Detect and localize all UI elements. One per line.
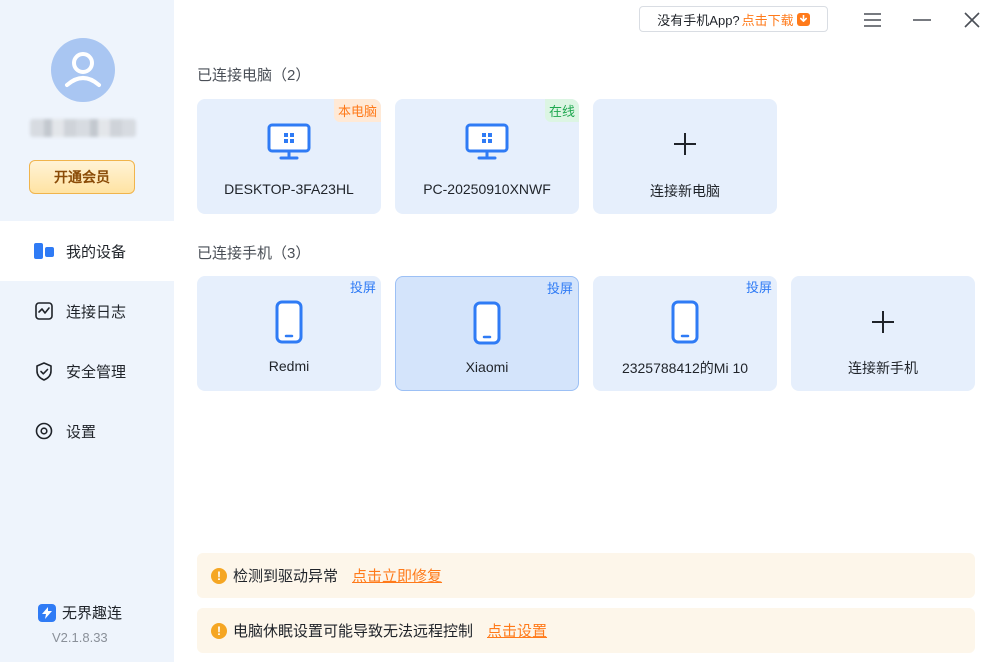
phone-icon: [671, 300, 699, 349]
sidebar-item-my-devices[interactable]: 我的设备: [0, 221, 174, 281]
sleep-setting-alert: ! 电脑休眠设置可能导致无法远程控制 点击设置: [197, 608, 975, 653]
computer-name: PC-20250910XNWF: [423, 181, 551, 197]
username-redacted: [30, 119, 136, 137]
download-link[interactable]: 点击下载: [742, 10, 794, 29]
online-badge: 在线: [544, 99, 579, 122]
phone-icon: [473, 301, 501, 350]
vip-button[interactable]: 开通会员: [29, 160, 135, 194]
sidebar-nav: 我的设备 连接日志 安全管理 设置: [0, 221, 174, 461]
driver-error-alert: ! 检测到驱动异常 点击立即修复: [197, 553, 975, 598]
user-icon: [65, 52, 101, 87]
brand-logo-icon: [38, 603, 56, 622]
minimize-icon[interactable]: [912, 10, 932, 30]
plus-icon: [870, 309, 896, 340]
computer-name: DESKTOP-3FA23HL: [224, 181, 354, 197]
connect-new-computer-button[interactable]: 连接新电脑: [593, 99, 777, 214]
sidebar: 开通会员 我的设备 连接日志 安全管理 设置 无界趣连 V2.1.8.33: [0, 0, 174, 662]
brand: 无界趣连: [38, 602, 122, 623]
phones-section-title: 已连接手机（3）: [197, 245, 311, 262]
download-tip-text: 没有手机App?: [657, 12, 740, 28]
download-app-banner[interactable]: 没有手机App? 点击下载: [639, 6, 828, 32]
shield-icon: [34, 361, 54, 381]
sidebar-item-label: 我的设备: [66, 243, 127, 261]
monitor-icon: [465, 123, 509, 166]
local-pc-badge: 本电脑: [333, 99, 381, 122]
sidebar-item-settings[interactable]: 设置: [0, 401, 174, 461]
alert-text: 检测到驱动异常: [233, 568, 339, 585]
version-label: V2.1.8.33: [52, 630, 108, 645]
phone-name: 2325788412的Mi 10: [621, 360, 749, 376]
sidebar-item-label: 连接日志: [66, 303, 127, 321]
phone-name: Redmi: [268, 358, 310, 374]
open-settings-link[interactable]: 点击设置: [487, 620, 547, 641]
download-icon: [796, 12, 810, 26]
avatar[interactable]: [51, 38, 115, 102]
screen-cast-button[interactable]: 投屏: [547, 278, 573, 297]
alert-text: 电脑休眠设置可能导致无法远程控制: [233, 623, 474, 640]
sidebar-item-label: 设置: [66, 423, 97, 441]
connect-new-computer-label: 连接新电脑: [650, 183, 720, 199]
phone-card[interactable]: 投屏 Redmi: [197, 276, 381, 391]
screen-cast-button[interactable]: 投屏: [350, 277, 376, 296]
menu-icon[interactable]: [862, 10, 882, 30]
devices-icon: [34, 241, 54, 261]
phone-icon: [275, 300, 303, 349]
fix-now-link[interactable]: 点击立即修复: [352, 565, 442, 586]
computer-card[interactable]: 本电脑 DESKTOP-3FA23HL: [197, 99, 381, 214]
sidebar-item-security[interactable]: 安全管理: [0, 341, 174, 401]
warning-icon: !: [211, 622, 227, 639]
phone-card[interactable]: 投屏 2325788412的Mi 10: [593, 276, 777, 391]
computers-section-title: 已连接电脑（2）: [197, 67, 311, 84]
sidebar-item-connection-log[interactable]: 连接日志: [0, 281, 174, 341]
phone-card-selected[interactable]: 投屏 Xiaomi: [395, 276, 579, 391]
screen-cast-button[interactable]: 投屏: [746, 277, 772, 296]
log-icon: [34, 301, 54, 321]
close-icon[interactable]: [962, 10, 982, 30]
brand-name: 无界趣连: [62, 605, 123, 622]
sidebar-item-label: 安全管理: [66, 363, 127, 381]
monitor-icon: [267, 123, 311, 166]
connect-new-phone-button[interactable]: 连接新手机: [791, 276, 975, 391]
connect-new-phone-label: 连接新手机: [848, 360, 918, 376]
plus-icon: [672, 131, 698, 162]
warning-icon: !: [211, 567, 227, 584]
settings-icon: [34, 421, 54, 441]
phone-name: Xiaomi: [465, 359, 509, 375]
computer-card[interactable]: 在线 PC-20250910XNWF: [395, 99, 579, 214]
